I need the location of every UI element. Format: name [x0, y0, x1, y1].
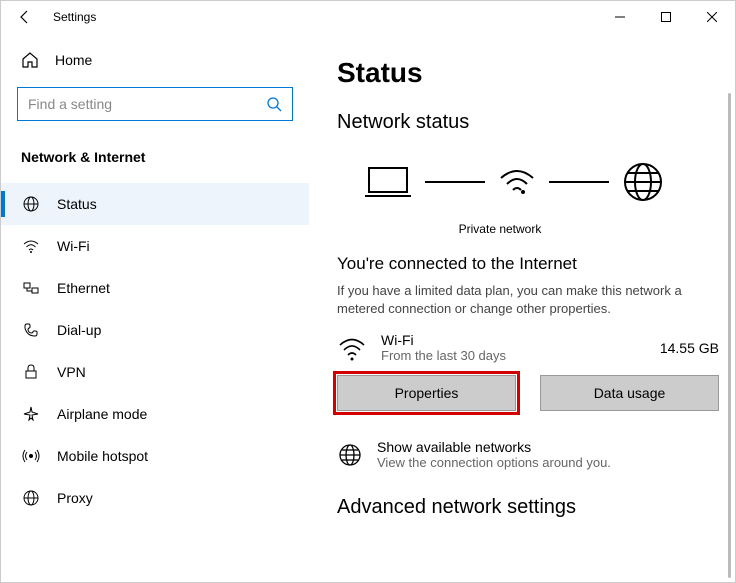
diagram-label: Private network: [337, 222, 637, 236]
connected-desc: If you have a limited data plan, you can…: [337, 282, 735, 318]
available-title: Show available networks: [377, 439, 611, 455]
search-box[interactable]: [17, 87, 293, 121]
sidebar-item-ethernet[interactable]: Ethernet: [1, 267, 309, 309]
sidebar: Home Network & Internet Status Wi-Fi Eth…: [1, 33, 309, 582]
sidebar-item-label: Status: [57, 196, 97, 212]
window-title: Settings: [53, 10, 96, 24]
computer-icon: [363, 162, 413, 202]
minimize-icon: [615, 12, 625, 22]
sidebar-item-proxy[interactable]: Proxy: [1, 477, 309, 519]
sidebar-item-label: Dial-up: [57, 322, 101, 338]
vpn-icon: [22, 363, 40, 381]
wifi-sub: From the last 30 days: [381, 348, 506, 363]
sidebar-item-label: Wi-Fi: [57, 238, 90, 254]
sidebar-item-hotspot[interactable]: Mobile hotspot: [1, 435, 309, 477]
home-nav[interactable]: Home: [1, 41, 309, 79]
section-title: Network & Internet: [1, 137, 309, 183]
sidebar-item-wifi[interactable]: Wi-Fi: [1, 225, 309, 267]
diagram-line: [425, 181, 485, 183]
sidebar-item-vpn[interactable]: VPN: [1, 351, 309, 393]
dialup-icon: [22, 321, 40, 339]
globe-icon: [22, 195, 40, 213]
sidebar-item-label: Mobile hotspot: [57, 448, 148, 464]
search-icon: [266, 96, 282, 112]
sidebar-item-dialup[interactable]: Dial-up: [1, 309, 309, 351]
titlebar: Settings: [1, 1, 735, 33]
main-panel: Status Network status Private network Yo…: [309, 33, 735, 582]
close-icon: [707, 12, 717, 22]
sidebar-item-status[interactable]: Status: [1, 183, 309, 225]
ethernet-icon: [22, 279, 40, 297]
scrollbar[interactable]: [728, 93, 731, 578]
wifi-signal-icon: [497, 162, 537, 202]
connected-title: You're connected to the Internet: [337, 254, 735, 274]
globe-icon: [337, 442, 363, 468]
globe-large-icon: [621, 160, 665, 204]
sidebar-item-label: Ethernet: [57, 280, 110, 296]
back-button[interactable]: [9, 1, 41, 33]
minimize-button[interactable]: [597, 1, 643, 33]
wifi-name: Wi-Fi: [381, 332, 506, 348]
show-available-networks[interactable]: Show available networks View the connect…: [337, 439, 735, 470]
wifi-usage-row: Wi-Fi From the last 30 days 14.55 GB: [337, 332, 735, 363]
sidebar-item-label: VPN: [57, 364, 86, 380]
hotspot-icon: [22, 447, 40, 465]
airplane-icon: [22, 405, 40, 423]
available-sub: View the connection options around you.: [377, 455, 611, 470]
advanced-heading: Advanced network settings: [337, 496, 735, 519]
wifi-icon: [337, 333, 367, 363]
proxy-icon: [22, 489, 40, 507]
sidebar-item-label: Proxy: [57, 490, 93, 506]
maximize-icon: [661, 12, 671, 22]
home-icon: [21, 51, 39, 69]
search-input[interactable]: [28, 96, 266, 112]
network-status-heading: Network status: [337, 111, 735, 134]
sidebar-item-airplane[interactable]: Airplane mode: [1, 393, 309, 435]
arrow-left-icon: [17, 9, 33, 25]
network-diagram: [337, 152, 735, 212]
maximize-button[interactable]: [643, 1, 689, 33]
home-label: Home: [55, 52, 92, 68]
wifi-usage: 14.55 GB: [660, 340, 719, 356]
page-title: Status: [337, 57, 735, 89]
sidebar-item-label: Airplane mode: [57, 406, 147, 422]
data-usage-button[interactable]: Data usage: [540, 375, 719, 411]
wifi-icon: [22, 237, 40, 255]
diagram-line: [549, 181, 609, 183]
properties-button[interactable]: Properties: [337, 375, 516, 411]
close-button[interactable]: [689, 1, 735, 33]
